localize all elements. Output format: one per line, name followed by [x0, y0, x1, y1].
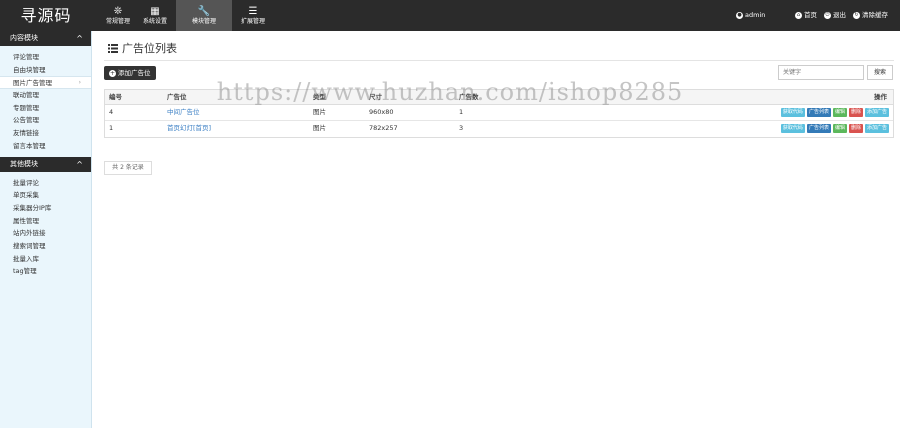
ad-slot-table: 编号 广告位 类型 尺寸 广告数 操作 4 中间广告位 图片 960x80 1 …: [104, 89, 894, 138]
get-code-button[interactable]: 获取代码: [780, 124, 805, 133]
search-button[interactable]: 搜索: [867, 65, 893, 80]
sidebar: 内容模块 ^ 评论管理 自由块管理 图片广告管理 › 联动管理 专题管理 公告管…: [0, 31, 92, 428]
page-title: 广告位列表: [108, 40, 177, 56]
sidebar-item-collector-ip[interactable]: 采集器分IP库: [0, 202, 91, 215]
sidebar-item-search-words[interactable]: 搜索词管理: [0, 240, 91, 253]
add-ad-button[interactable]: 添加广告: [864, 108, 889, 117]
get-code-button[interactable]: 获取代码: [780, 108, 805, 117]
home-link[interactable]: ⌂ 首页: [795, 0, 817, 31]
table-row: 1 首页幻灯[首页] 图片 782x257 3 获取代码 广告列表 编辑 删除 添加广告: [105, 121, 893, 137]
ad-list-button[interactable]: 广告列表: [806, 124, 831, 133]
chevron-up-icon: ^: [76, 159, 83, 169]
clear-cache-link[interactable]: ↻ 清除缓存: [853, 0, 888, 31]
table-row: 4 中间广告位 图片 960x80 1 获取代码 广告列表 编辑 删除 添加广告: [105, 105, 893, 121]
divider: [104, 60, 894, 61]
sidebar-item-image-ads[interactable]: 图片广告管理 ›: [0, 76, 91, 90]
row-id: 4: [109, 108, 114, 116]
row-name-link[interactable]: 中间广告位: [167, 105, 200, 120]
column-header-size[interactable]: 尺寸: [369, 90, 382, 105]
sidebar-item-attributes[interactable]: 属性管理: [0, 215, 91, 228]
refresh-icon: ↻: [853, 11, 860, 19]
top-bar: 寻源码 ❊ 常规管理 ▦ 系统设置 🔧 模块管理 ☰ 扩展管理 ● admin ⌂…: [0, 0, 900, 31]
sidebar-item-freeblocks[interactable]: 自由块管理: [0, 64, 91, 77]
row-count: 3: [459, 124, 464, 132]
row-actions: 获取代码 广告列表 编辑 删除 添加广告: [779, 124, 889, 133]
user-icon: ●: [736, 11, 743, 19]
sidebar-item-batch-comments[interactable]: 批量评论: [0, 177, 91, 190]
sidebar-section-content[interactable]: 内容模块 ^: [0, 31, 91, 46]
list-icon: ☰: [248, 6, 258, 17]
sidebar-item-notices[interactable]: 公告管理: [0, 114, 91, 127]
nav-tab-modules[interactable]: 🔧 模块管理: [176, 0, 232, 31]
row-count: 1: [459, 108, 464, 116]
add-ad-slot-button[interactable]: + 添加广告位: [104, 66, 156, 80]
sidebar-item-guestbook[interactable]: 留言本管理: [0, 140, 91, 153]
row-id: 1: [109, 124, 114, 132]
nav-tab-general[interactable]: ❊ 常规管理: [97, 0, 139, 31]
delete-button[interactable]: 删除: [848, 124, 863, 133]
row-name-link[interactable]: 首页幻灯[首页]: [167, 121, 211, 136]
edit-button[interactable]: 编辑: [832, 108, 847, 117]
sidebar-item-comments[interactable]: 评论管理: [0, 51, 91, 64]
user-menu[interactable]: ● admin: [736, 0, 765, 31]
sidebar-item-site-links[interactable]: 站内外链接: [0, 227, 91, 240]
sidebar-item-batch-import[interactable]: 批量入库: [0, 253, 91, 266]
search-input[interactable]: [778, 65, 864, 80]
column-header-id[interactable]: 编号: [109, 90, 122, 105]
plus-icon: +: [109, 70, 116, 77]
nav-tab-system[interactable]: ▦ 系统设置: [134, 0, 176, 31]
home-icon: ⌂: [795, 11, 802, 19]
column-header-count[interactable]: 广告数: [459, 90, 479, 105]
grid-icon: ▦: [150, 6, 160, 17]
sidebar-item-friendlinks[interactable]: 友情链接: [0, 127, 91, 140]
row-actions: 获取代码 广告列表 编辑 删除 添加广告: [779, 108, 889, 117]
nav-tab-label: 系统设置: [142, 18, 167, 25]
delete-button[interactable]: 删除: [848, 108, 863, 117]
main-content: 广告位列表 +添加广告位 搜索 编号 广告位 类型 尺寸 广告数 操作 4 中间…: [92, 31, 900, 428]
sidebar-item-tags[interactable]: tag管理: [0, 265, 91, 278]
column-header-actions: 操作: [874, 93, 887, 101]
brand-logo[interactable]: 寻源码: [0, 0, 92, 31]
row-size: 782x257: [369, 124, 398, 132]
power-icon: ⏻: [824, 11, 831, 19]
row-type: 图片: [313, 124, 326, 132]
edit-button[interactable]: 编辑: [832, 124, 847, 133]
nav-tab-extensions[interactable]: ☰ 扩展管理: [232, 0, 274, 31]
add-ad-button[interactable]: 添加广告: [864, 124, 889, 133]
ad-list-button[interactable]: 广告列表: [806, 108, 831, 117]
snowflake-icon: ❊: [113, 6, 123, 17]
pagination-summary: 共 2 条记录: [104, 161, 152, 175]
row-size: 960x80: [369, 108, 394, 116]
sidebar-item-linkage[interactable]: 联动管理: [0, 89, 91, 102]
username: admin: [745, 11, 766, 19]
column-header-type[interactable]: 类型: [313, 90, 326, 105]
logout-link[interactable]: ⏻ 退出: [824, 0, 846, 31]
sidebar-item-single-collect[interactable]: 单页采集: [0, 189, 91, 202]
nav-tab-label: 扩展管理: [240, 18, 265, 25]
sidebar-section-other[interactable]: 其他模块 ^: [0, 156, 91, 172]
sidebar-item-topics[interactable]: 专题管理: [0, 102, 91, 115]
chevron-up-icon: ^: [76, 34, 83, 43]
nav-tab-label: 模块管理: [191, 18, 216, 25]
wrench-icon: 🔧: [197, 6, 211, 17]
row-type: 图片: [313, 108, 326, 116]
list-icon: [108, 44, 118, 53]
column-header-name[interactable]: 广告位: [167, 90, 187, 105]
table-header: 编号 广告位 类型 尺寸 广告数 操作: [105, 90, 893, 105]
nav-tab-label: 常规管理: [105, 18, 130, 25]
